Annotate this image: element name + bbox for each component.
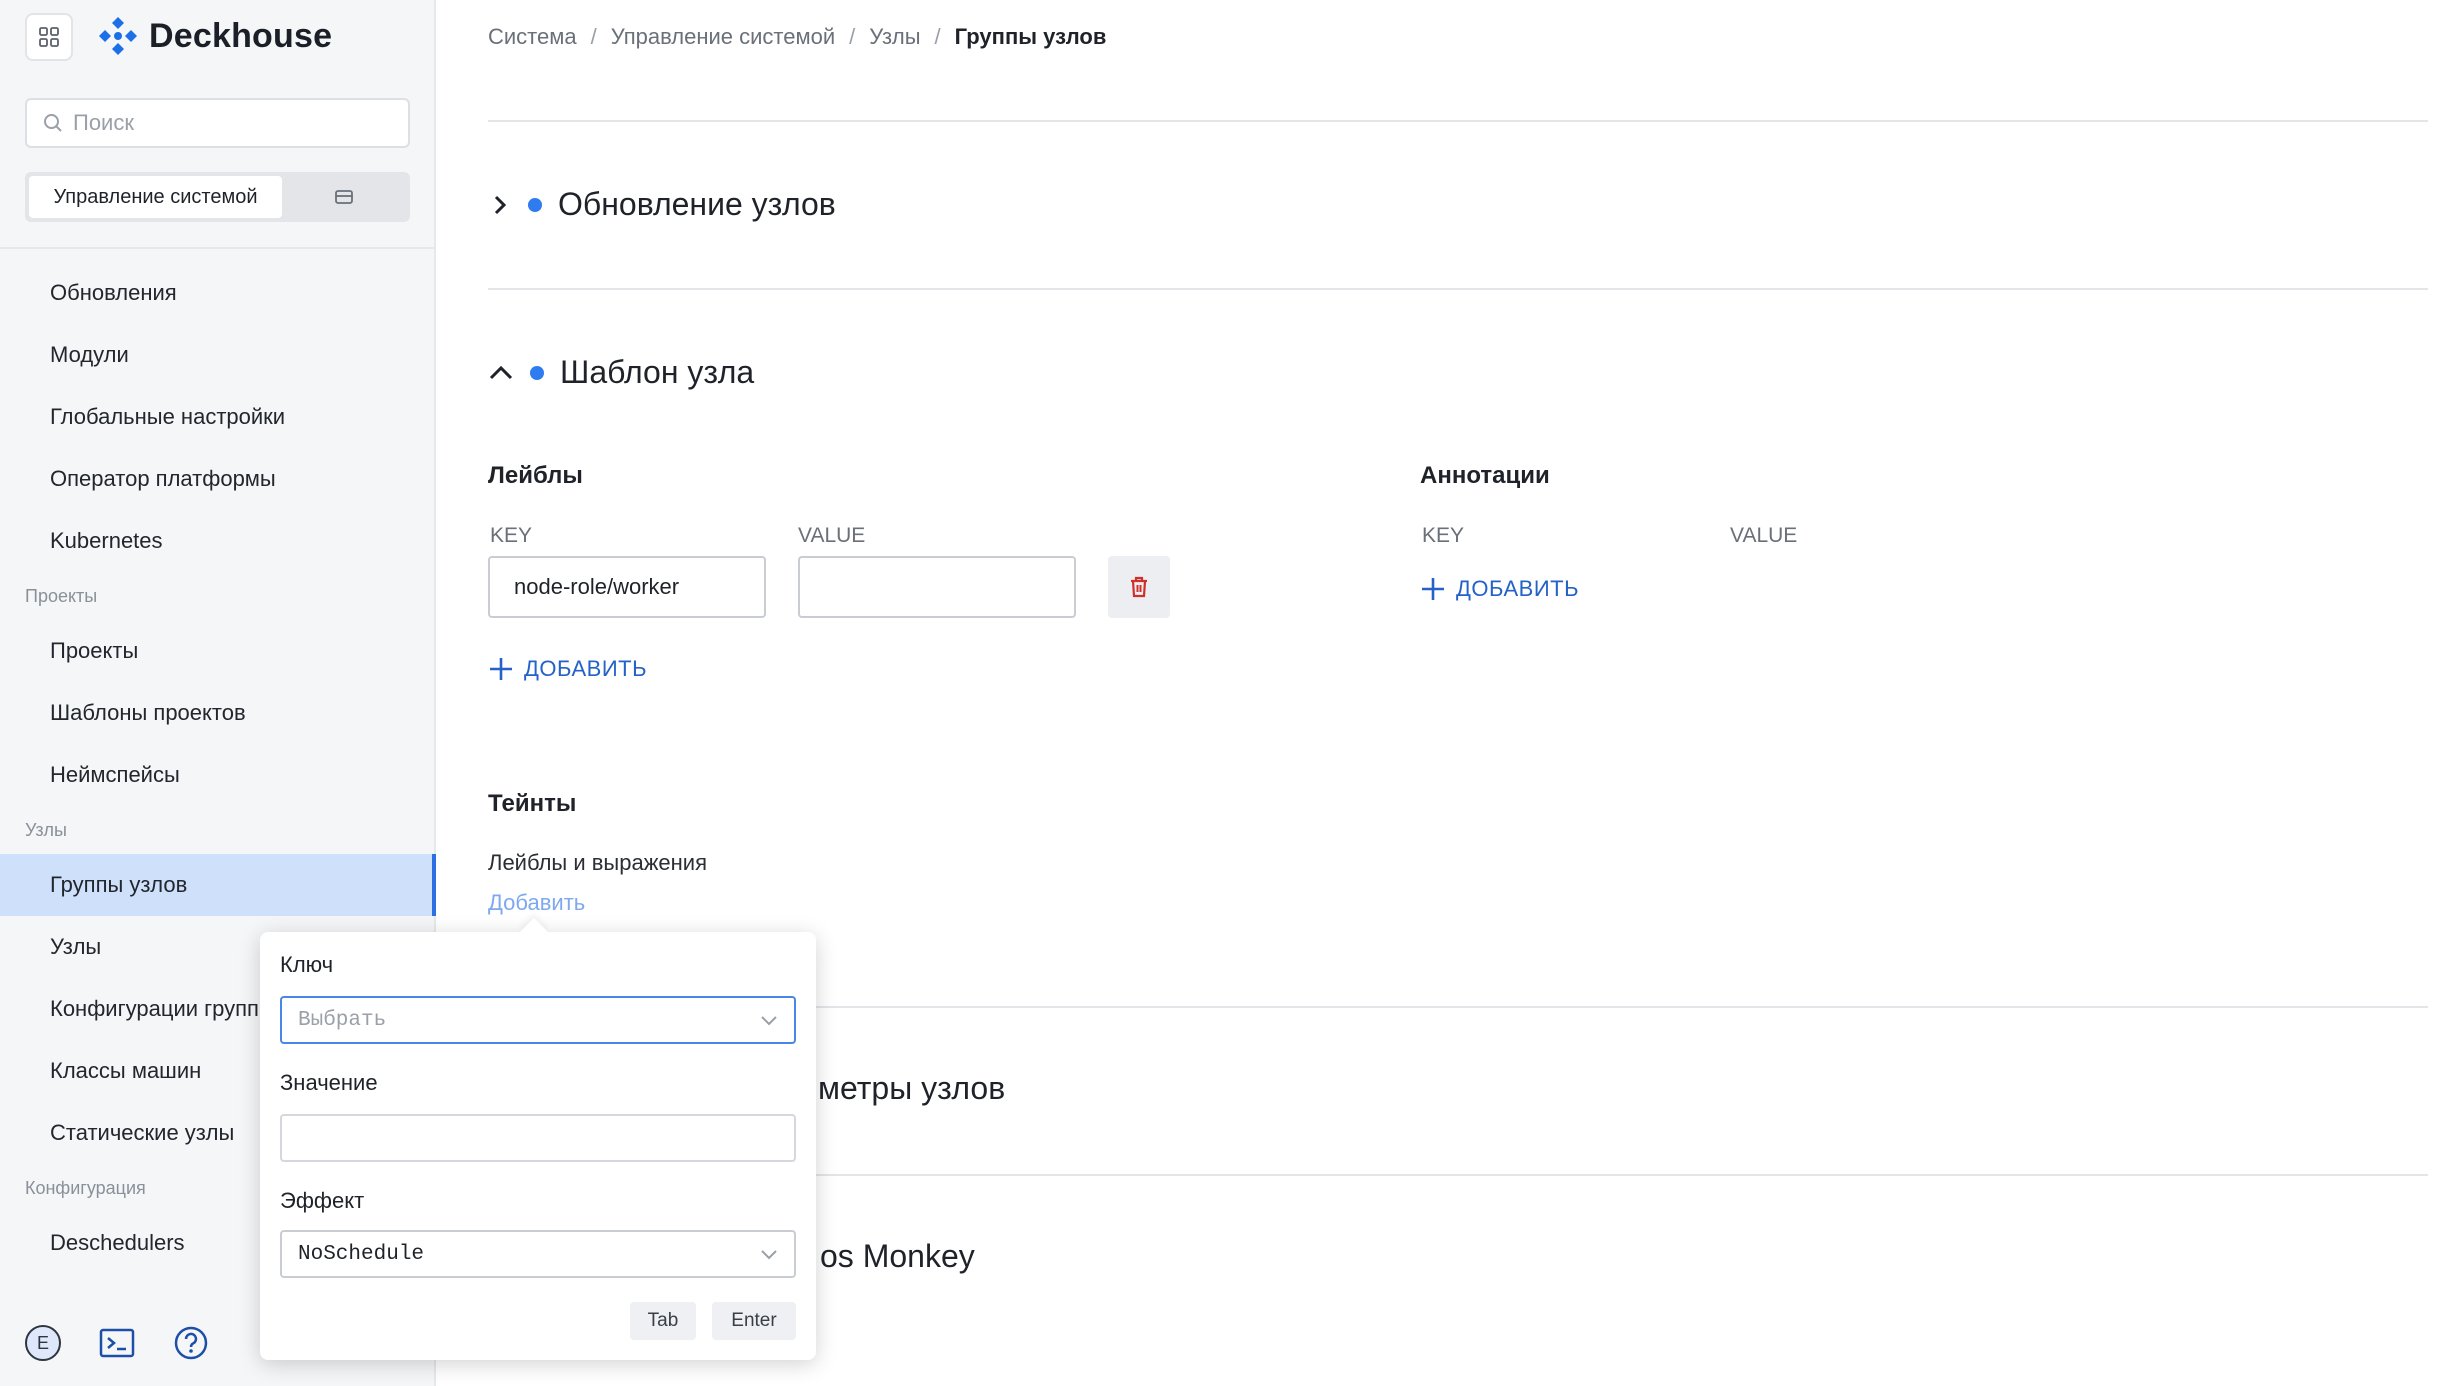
grid-icon — [39, 27, 59, 47]
mode-projects[interactable] — [282, 188, 406, 206]
labels-title: Лейблы — [488, 462, 583, 489]
labels-value-header: VALUE — [798, 524, 866, 547]
breadcrumb-item[interactable]: Управление системой — [611, 24, 835, 50]
breadcrumb-separator: / — [849, 24, 856, 49]
help-icon[interactable] — [173, 1325, 209, 1361]
sidebar-item[interactable]: Обновления — [0, 262, 436, 324]
search-icon — [44, 114, 62, 132]
section-title: Шаблон узла — [560, 354, 755, 390]
search-input[interactable] — [73, 110, 393, 136]
deckhouse-logo-icon — [99, 17, 137, 55]
sidebar-group-label: Проекты — [25, 585, 98, 606]
breadcrumb-item[interactable]: Система — [488, 24, 577, 50]
sidebar-item[interactable]: Оператор платформы — [0, 448, 436, 510]
box-icon — [335, 190, 353, 204]
add-label-text: ДОБАВИТЬ — [524, 656, 648, 681]
add-label-button[interactable]: ДОБАВИТЬ — [488, 656, 647, 682]
mode-system-management[interactable]: Управление системой — [29, 176, 282, 218]
status-dot — [528, 197, 542, 212]
chevron-up-icon — [489, 365, 513, 379]
sidebar-item[interactable]: Kubernetes — [0, 510, 436, 572]
user-avatar[interactable]: E — [25, 1325, 61, 1361]
plus-icon — [490, 658, 512, 680]
divider — [488, 288, 2428, 290]
terminal-icon[interactable] — [99, 1328, 135, 1358]
sidebar-item[interactable]: Неймспейсы — [0, 744, 436, 806]
breadcrumb-current: Группы узлов — [954, 24, 1107, 49]
annotations-title: Аннотации — [1420, 462, 1550, 489]
section-title: os Monkey — [820, 1238, 975, 1274]
key-select-placeholder: Выбрать — [298, 1008, 387, 1032]
section-node-template[interactable]: Шаблон узла — [488, 354, 754, 391]
section-title: метры узлов — [818, 1070, 1006, 1106]
sidebar-divider — [0, 247, 436, 249]
effect-select[interactable]: NoSchedule — [280, 1230, 796, 1278]
taints-title: Тейнты — [488, 790, 577, 817]
sidebar-item[interactable]: Модули — [0, 324, 436, 386]
section-title: Обновление узлов — [558, 186, 836, 222]
add-taint-link[interactable]: Добавить — [488, 890, 585, 916]
plus-icon — [1422, 578, 1444, 600]
chevron-right-icon — [494, 195, 507, 214]
taints-subtitle: Лейблы и выражения — [488, 850, 708, 875]
value-input[interactable] — [280, 1114, 796, 1162]
key-label: Ключ — [280, 952, 334, 977]
add-annotation-button[interactable]: ДОБАВИТЬ — [1420, 576, 1579, 602]
label-key-input[interactable]: node-role/worker — [488, 556, 766, 618]
mode-switcher: Управление системой — [25, 172, 410, 222]
sidebar-item[interactable]: Группы узлов — [0, 854, 436, 916]
breadcrumb-item[interactable]: Узлы — [869, 24, 920, 50]
status-dot — [530, 365, 544, 380]
sidebar-group-label: Узлы — [25, 819, 67, 840]
annotations-value-header: VALUE — [1730, 524, 1798, 547]
enter-key-hint[interactable]: Enter — [712, 1302, 796, 1340]
chevron-down-icon — [761, 1250, 777, 1260]
label-value-input[interactable] — [798, 556, 1076, 618]
delete-label-button[interactable] — [1108, 556, 1170, 618]
tab-key-hint[interactable]: Tab — [630, 1302, 696, 1340]
labels-key-header: KEY — [490, 524, 533, 547]
chevron-down-icon — [761, 1016, 777, 1026]
add-annotation-text: ДОБАВИТЬ — [1456, 576, 1580, 601]
sidebar-item[interactable]: Проекты — [0, 620, 436, 682]
key-select[interactable]: Выбрать — [280, 996, 796, 1044]
effect-label: Эффект — [280, 1188, 365, 1213]
taint-popover: Ключ Выбрать Значение Эффект NoSchedule … — [260, 917, 816, 1360]
apps-grid-button[interactable] — [25, 13, 73, 61]
section-chaos-monkey[interactable]: os Monkey — [820, 1238, 975, 1275]
sidebar-item[interactable]: Шаблоны проектов — [0, 682, 436, 744]
section-node-params[interactable]: метры узлов — [818, 1070, 1005, 1107]
app-name: Deckhouse — [149, 16, 333, 55]
section-node-update[interactable]: Обновление узлов — [488, 186, 836, 223]
breadcrumb-separator: / — [590, 24, 597, 49]
divider — [488, 120, 2428, 122]
search-box[interactable] — [25, 98, 410, 148]
trash-icon — [1131, 576, 1147, 598]
breadcrumb-separator: / — [934, 24, 941, 49]
logo[interactable]: Deckhouse — [97, 14, 332, 58]
annotations-key-header: KEY — [1422, 524, 1465, 547]
value-label: Значение — [280, 1070, 378, 1095]
breadcrumb: Система / Управление системой / Узлы / Г… — [488, 24, 1106, 50]
effect-select-value: NoSchedule — [298, 1242, 425, 1266]
sidebar-item[interactable]: Глобальные настройки — [0, 386, 436, 448]
